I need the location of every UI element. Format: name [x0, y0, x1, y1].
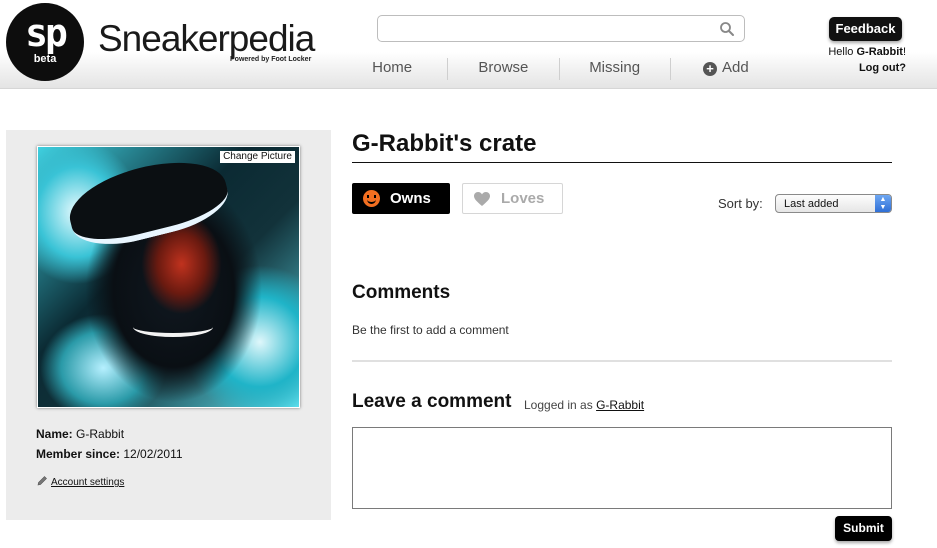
logo-mark: sp — [25, 11, 68, 55]
account-settings-label: Account settings — [51, 477, 125, 488]
pencil-icon — [37, 476, 47, 486]
tab-loves-label: Loves — [501, 190, 545, 207]
submit-button[interactable]: Submit — [835, 516, 892, 541]
nav-add-label: Add — [722, 59, 749, 76]
no-comments-text: Be the first to add a comment — [352, 323, 509, 337]
member-since-value: 12/02/2011 — [123, 447, 183, 461]
member-since-label: Member since: — [36, 447, 121, 461]
nav-add[interactable]: + Add — [671, 58, 781, 80]
main-nav: Home Browse Missing + Add — [337, 58, 781, 80]
logged-in-note: Logged in as G-Rabbit — [524, 398, 644, 412]
smiley-icon — [363, 190, 380, 207]
tab-owns[interactable]: Owns — [352, 183, 450, 214]
site-header: sp beta Sneakerpedia Powered by Foot Loc… — [0, 0, 937, 89]
select-arrows-icon: ▲ ▼ — [875, 195, 891, 212]
section-divider — [352, 360, 892, 362]
plus-circle-icon: + — [703, 62, 718, 76]
search-bar — [377, 15, 745, 42]
page-title: G-Rabbit's crate — [352, 130, 892, 163]
change-picture-link[interactable]: Change Picture — [220, 151, 295, 163]
greeting-username: G-Rabbit — [856, 46, 903, 58]
account-settings-link[interactable]: Account settings — [36, 475, 124, 488]
greeting-prefix: Hello — [828, 46, 857, 58]
member-since-row: Member since: 12/02/2011 — [36, 444, 183, 464]
nav-home[interactable]: Home — [337, 58, 449, 80]
profile-name-row: Name: G-Rabbit — [36, 424, 183, 444]
comments-heading: Comments — [352, 282, 451, 303]
tab-loves[interactable]: Loves — [462, 183, 563, 214]
feedback-button[interactable]: Feedback — [829, 17, 902, 41]
nav-missing[interactable]: Missing — [560, 58, 671, 80]
search-input[interactable] — [386, 20, 706, 38]
logged-in-prefix: Logged in as — [524, 398, 593, 412]
sort-dropdown[interactable]: Last added ▲ ▼ — [775, 194, 892, 213]
profile-sidebar: Change Picture Name: G-Rabbit Member sin… — [6, 130, 331, 520]
name-label: Name: — [36, 427, 73, 441]
profile-picture: Change Picture — [37, 146, 300, 408]
logged-in-user-link[interactable]: G-Rabbit — [596, 398, 644, 412]
sort-label: Sort by: — [718, 196, 763, 211]
tab-owns-label: Owns — [390, 190, 431, 207]
brand-name[interactable]: Sneakerpedia — [98, 18, 315, 60]
greeting-suffix: ! — [902, 46, 906, 58]
nav-browse[interactable]: Browse — [448, 58, 560, 80]
profile-info: Name: G-Rabbit Member since: 12/02/2011 — [36, 424, 183, 464]
sort-selected-value: Last added — [784, 198, 839, 210]
beta-badge: beta — [33, 53, 57, 65]
logout-link[interactable]: Log out? — [859, 62, 906, 74]
user-greeting: Hello G-Rabbit! — [828, 46, 906, 58]
name-value: G-Rabbit — [76, 427, 125, 441]
search-icon[interactable] — [719, 21, 735, 37]
brand-tagline: Powered by Foot Locker — [230, 56, 312, 63]
photo-necklace-shape — [133, 317, 213, 337]
photo-hat-shape — [61, 148, 235, 256]
leave-comment-heading: Leave a comment — [352, 391, 512, 412]
heart-icon — [474, 192, 490, 206]
sneakerpedia-logo[interactable]: sp beta — [6, 3, 84, 81]
comment-textarea[interactable] — [352, 427, 892, 509]
